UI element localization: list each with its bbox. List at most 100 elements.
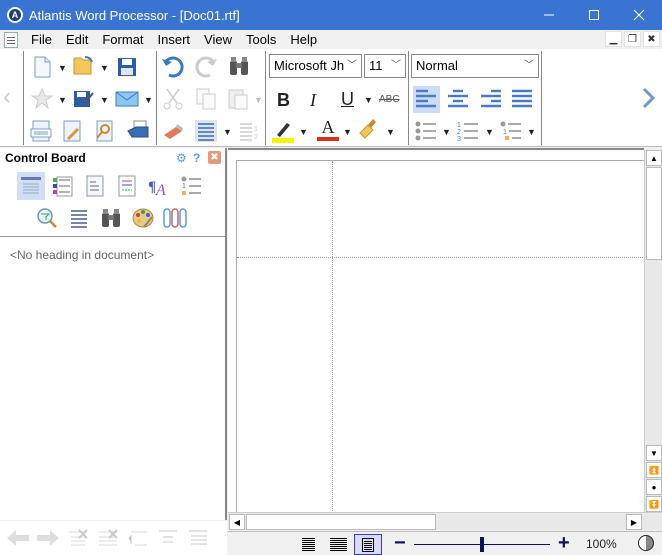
delete-all-icon[interactable] [95, 528, 121, 548]
paragraph-spacing-icon[interactable] [194, 119, 218, 143]
justify-icon[interactable] [510, 87, 534, 111]
menu-view[interactable]: View [197, 30, 239, 49]
bold-button[interactable]: B [277, 90, 290, 111]
format-painter-dropdown-icon[interactable]: ▼ [386, 127, 395, 137]
close-button[interactable] [616, 0, 662, 30]
eraser-icon[interactable] [161, 119, 185, 143]
cut-icon[interactable] [161, 87, 185, 111]
email-dropdown-icon[interactable]: ▼ [144, 95, 153, 105]
help-icon[interactable]: ? [193, 151, 200, 165]
document-properties-icon[interactable] [60, 119, 84, 143]
demote-icon[interactable] [185, 528, 211, 548]
doc-minimize-button[interactable]: ▁ [605, 31, 622, 47]
document-map-icon[interactable] [17, 172, 45, 200]
color-palette-icon[interactable] [129, 204, 157, 232]
scroll-right-button[interactable]: ▶ [626, 514, 642, 530]
doc-restore-button[interactable]: ❐ [624, 31, 641, 47]
toolbar-scroll-right-icon[interactable] [641, 87, 657, 109]
paragraph-spacing-dropdown-icon[interactable]: ▼ [223, 127, 232, 137]
style-select[interactable]: Normal ﹀ [411, 54, 539, 78]
numbering-icon[interactable]: 1 [177, 172, 205, 200]
bookmarks-icon[interactable] [113, 172, 141, 200]
menu-help[interactable]: Help [283, 30, 324, 49]
document-menu-icon[interactable] [4, 31, 18, 48]
font-size-select[interactable]: 11 ﹀ [364, 54, 406, 78]
doc-close-button[interactable]: ✖ [643, 31, 660, 47]
menu-file[interactable]: File [24, 30, 59, 49]
paste-dropdown-icon[interactable]: ▼ [254, 95, 263, 105]
browse-object-button[interactable]: ● [646, 479, 662, 495]
strikethrough-button[interactable]: ABC [379, 94, 400, 105]
line-numbering-icon[interactable]: 12 [237, 119, 261, 143]
align-center-icon[interactable] [446, 87, 470, 111]
highlight-color-icon[interactable] [271, 119, 295, 143]
previous-page-button[interactable]: ⏫ [646, 462, 662, 478]
next-page-button[interactable]: ⏬ [646, 496, 662, 512]
save-as-icon[interactable] [71, 87, 95, 111]
italic-button[interactable]: I [310, 90, 316, 111]
page-view-button[interactable] [354, 534, 382, 555]
numbered-list-dropdown-icon[interactable]: ▼ [485, 127, 494, 137]
document-editor[interactable] [228, 148, 657, 521]
align-left-icon[interactable] [413, 86, 440, 113]
undo-icon[interactable] [161, 55, 185, 79]
bullet-list-dropdown-icon[interactable]: ▼ [442, 127, 451, 137]
font-name-select[interactable]: Microsoft Jh ﹀ [269, 54, 362, 78]
settings-icon[interactable]: ⚙ [176, 151, 187, 165]
open-dropdown-icon[interactable]: ▼ [100, 63, 109, 73]
favorites-dropdown-icon[interactable]: ▼ [58, 95, 67, 105]
filter-search-icon[interactable] [33, 204, 61, 232]
align-right-icon[interactable] [479, 87, 503, 111]
page-layout-icon[interactable] [29, 119, 53, 143]
forward-arrow-icon[interactable] [35, 528, 61, 548]
scroll-left-button[interactable]: ◀ [229, 514, 245, 530]
paste-icon[interactable] [226, 87, 250, 111]
paperclip-icon[interactable] [161, 204, 189, 232]
find-binoculars-icon[interactable] [227, 54, 251, 78]
draft-view-button[interactable] [294, 534, 322, 555]
underline-dropdown-icon[interactable]: ▼ [364, 95, 373, 105]
redo-icon[interactable] [194, 55, 218, 79]
save-icon[interactable] [115, 55, 139, 79]
scroll-up-button[interactable]: ▲ [646, 150, 662, 166]
font-color-button[interactable]: A [316, 117, 340, 141]
notes-icon[interactable] [81, 172, 109, 200]
save-as-dropdown-icon[interactable]: ▼ [100, 95, 109, 105]
new-document-dropdown-icon[interactable]: ▼ [58, 63, 67, 73]
promote-icon[interactable] [155, 528, 181, 548]
print-preview-icon[interactable] [92, 119, 116, 143]
format-painter-icon[interactable] [357, 117, 381, 141]
styles-list-icon[interactable] [49, 172, 77, 200]
find-icon[interactable] [97, 204, 125, 232]
zoom-out-button[interactable]: − [394, 532, 406, 554]
document-page[interactable] [236, 160, 657, 521]
underline-button[interactable]: U [341, 89, 354, 110]
scroll-down-button[interactable]: ▼ [646, 445, 662, 461]
vertical-scrollbar[interactable]: ▲ ▼ ⏫ ● ⏬ [644, 150, 662, 512]
font-color-dropdown-icon[interactable]: ▼ [343, 127, 352, 137]
open-folder-icon[interactable] [71, 53, 95, 77]
bullet-list-icon[interactable] [414, 119, 438, 143]
highlight-dropdown-icon[interactable]: ▼ [299, 127, 308, 137]
paragraph-list-icon[interactable] [65, 204, 93, 232]
font-styles-icon[interactable]: ¶ A [145, 172, 173, 200]
menu-insert[interactable]: Insert [151, 30, 198, 49]
vertical-scroll-thumb[interactable] [646, 167, 662, 260]
horizontal-scroll-thumb[interactable] [246, 514, 436, 530]
maximize-button[interactable] [571, 0, 617, 30]
email-icon[interactable] [115, 87, 139, 111]
multilevel-list-dropdown-icon[interactable]: ▼ [527, 127, 536, 137]
multilevel-list-icon[interactable]: 1 [499, 119, 523, 143]
toolbar-scroll-left-icon[interactable]: ‹ [3, 85, 11, 109]
menu-edit[interactable]: Edit [59, 30, 95, 49]
horizontal-scrollbar[interactable]: ◀ ▶ [228, 512, 662, 530]
new-document-icon[interactable] [30, 55, 54, 79]
menu-tools[interactable]: Tools [239, 30, 283, 49]
zoom-slider-thumb[interactable] [480, 537, 484, 552]
contrast-icon[interactable] [638, 535, 654, 551]
close-panel-icon[interactable]: ✖ [208, 151, 221, 164]
menu-format[interactable]: Format [95, 30, 150, 49]
numbered-list-icon[interactable]: 123 [456, 119, 480, 143]
print-icon[interactable] [126, 119, 150, 143]
web-view-button[interactable] [324, 534, 352, 555]
